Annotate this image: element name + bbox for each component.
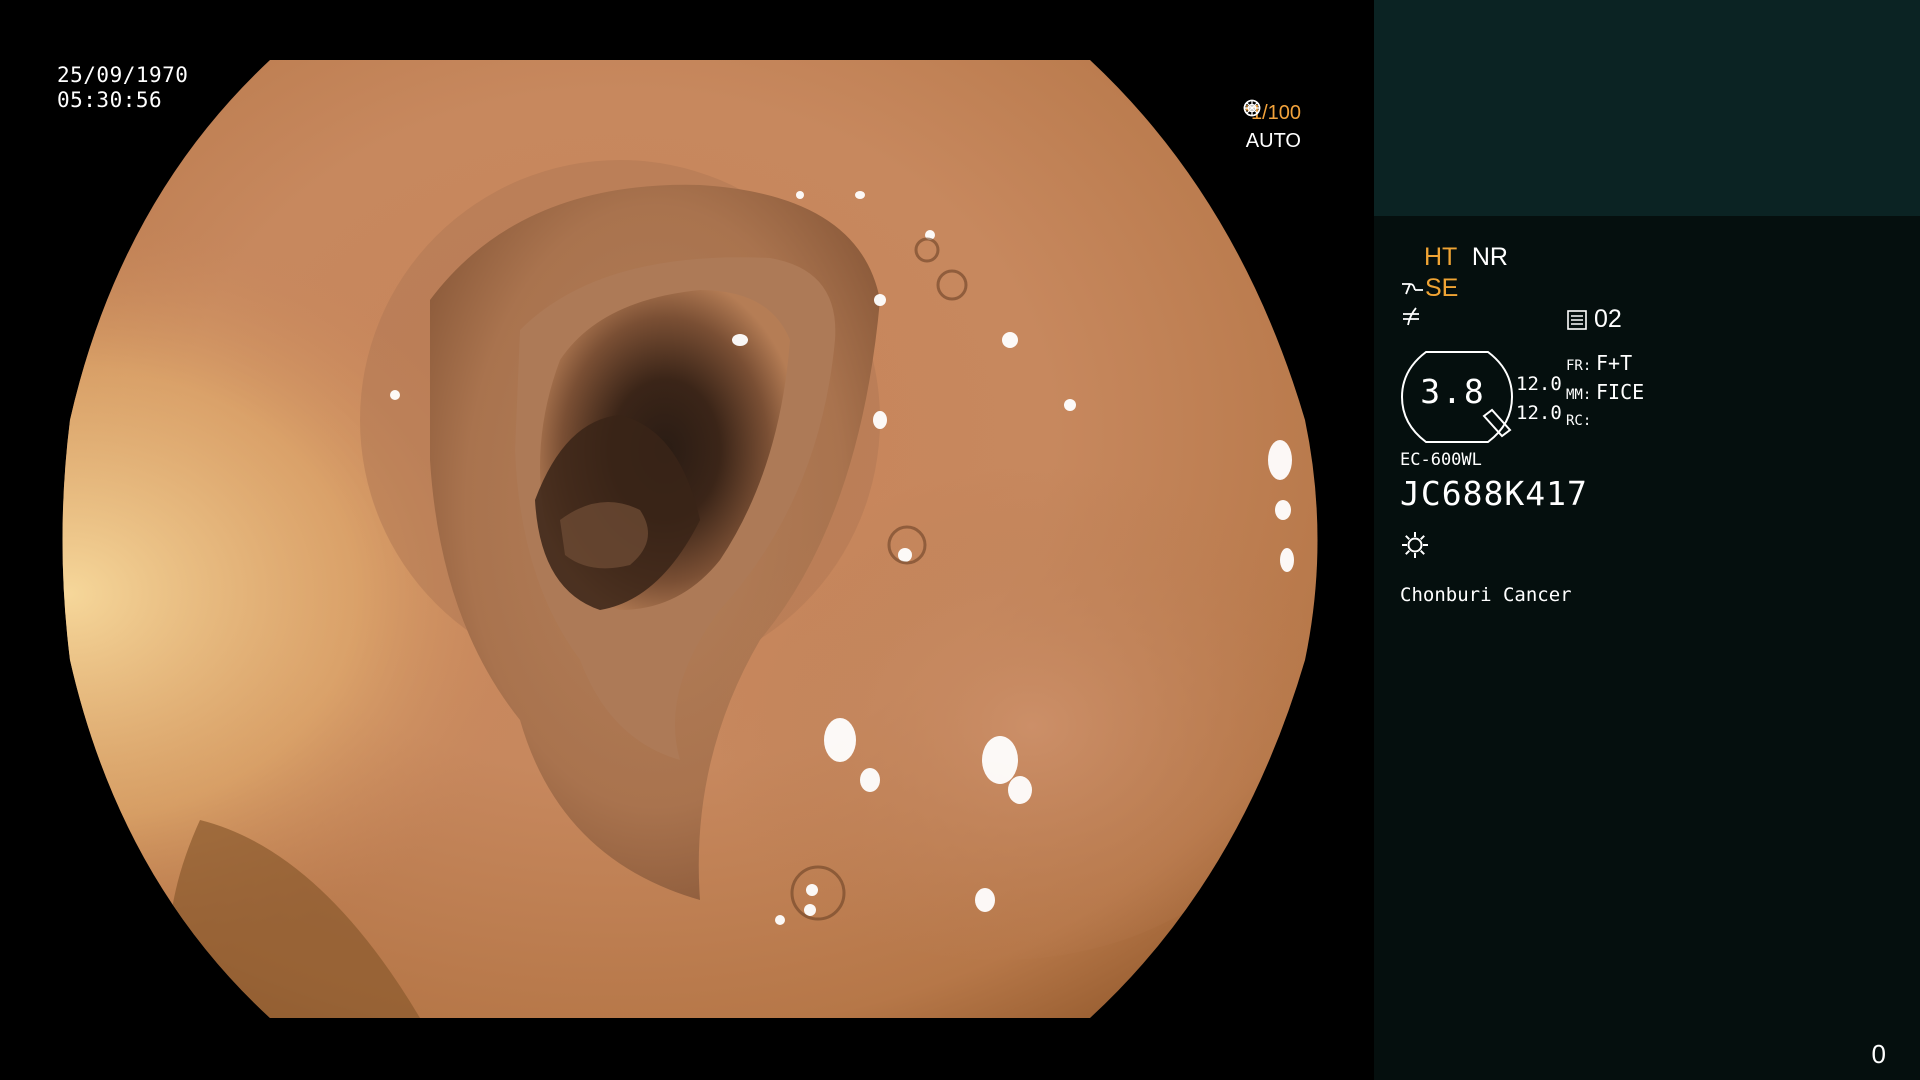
fr-row: FR: F+T xyxy=(1566,350,1644,379)
ht-indicator: HT xyxy=(1424,243,1457,271)
endoscopy-screen: 25/09/1970 05:30:56 *1/100 AUTO HT NR SE… xyxy=(0,0,1920,1080)
endoscopy-image: 25/09/1970 05:30:56 *1/100 AUTO xyxy=(0,0,1374,1080)
channel-row: 02 xyxy=(1566,305,1622,334)
frame-counter: 0 xyxy=(1871,1039,1886,1069)
institution-name: Chonburi Cancer xyxy=(1400,584,1572,606)
fr-label: FR: xyxy=(1566,358,1592,374)
date-text: 25/09/1970 xyxy=(57,63,189,87)
time-text: 05:30:56 xyxy=(57,88,163,112)
value-1: 12.0 xyxy=(1516,373,1562,395)
datetime-display: 25/09/1970 05:30:56 xyxy=(57,63,188,113)
value-column: 12.0 12.0 xyxy=(1516,370,1562,428)
channel-value: 02 xyxy=(1594,305,1622,333)
nr-indicator: NR xyxy=(1471,243,1508,271)
f-row xyxy=(1400,305,1424,334)
rc-row: RC: xyxy=(1566,408,1644,434)
memory-icon xyxy=(1566,309,1588,331)
aperture-icon xyxy=(1243,99,1321,122)
rc-label: RC: xyxy=(1566,413,1592,429)
value-2: 12.0 xyxy=(1516,402,1562,424)
gauge-value: 3.8 xyxy=(1420,372,1486,411)
scope-tip-icon xyxy=(1400,278,1424,300)
iris-row: AUTO xyxy=(1243,99,1321,155)
se-indicator: SE xyxy=(1425,274,1459,302)
settings-column: FR: F+T MM: FICE RC: xyxy=(1566,350,1644,434)
mm-row: MM: FICE xyxy=(1566,379,1644,408)
light-source-icon xyxy=(1402,532,1428,558)
ht-nr-row: HT NR xyxy=(1424,243,1508,272)
iris-icon xyxy=(1243,99,1321,150)
not-equal-icon xyxy=(1400,305,1424,333)
fr-value: F+T xyxy=(1596,351,1633,375)
iris-mode: AUTO xyxy=(1245,130,1301,152)
scope-serial: JC688K417 xyxy=(1400,474,1588,513)
mm-label: MM: xyxy=(1566,387,1592,403)
status-panel: HT NR SE 02 3.8 12.0 12.0 FR: F+T MM: FI… xyxy=(1374,0,1920,1080)
mm-value: FICE xyxy=(1596,380,1645,404)
se-row: SE xyxy=(1400,274,1458,303)
scope-model: EC-600WL xyxy=(1400,450,1482,470)
panel-header-area xyxy=(1374,0,1920,216)
exposure-display: *1/100 AUTO xyxy=(1243,99,1321,155)
colon-lumen-image xyxy=(62,60,1318,1018)
